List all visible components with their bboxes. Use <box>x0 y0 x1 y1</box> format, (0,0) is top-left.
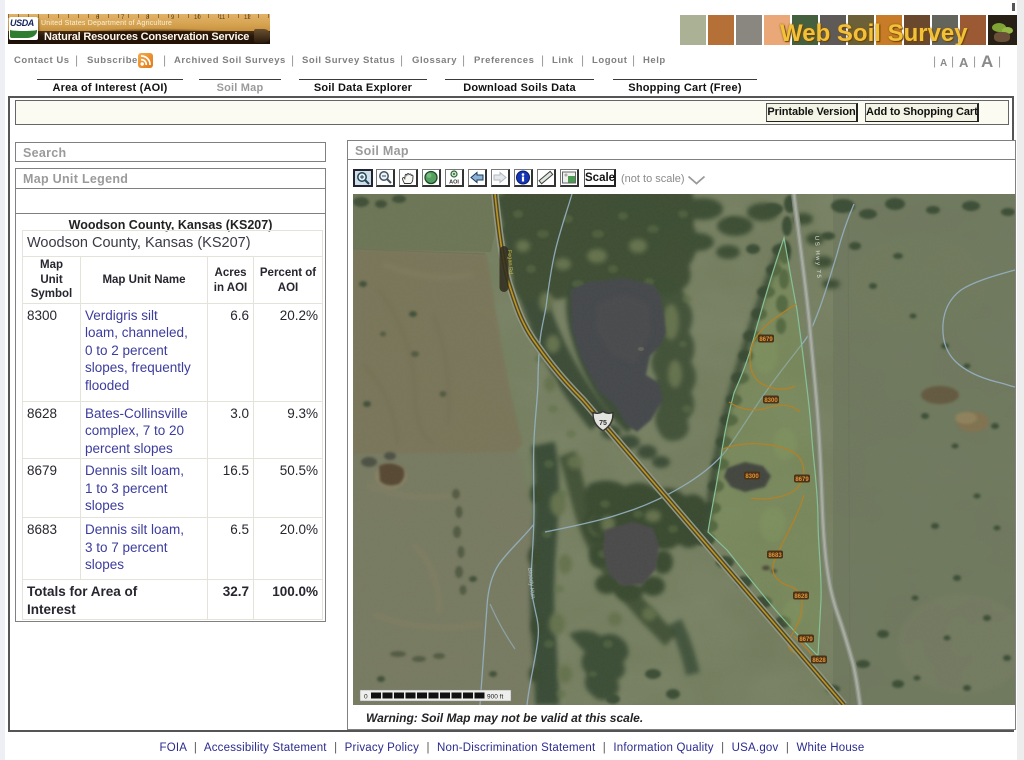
svg-text:900 ft: 900 ft <box>487 694 503 701</box>
svg-text:AOI: AOI <box>449 180 459 186</box>
svg-text:0: 0 <box>364 694 368 701</box>
